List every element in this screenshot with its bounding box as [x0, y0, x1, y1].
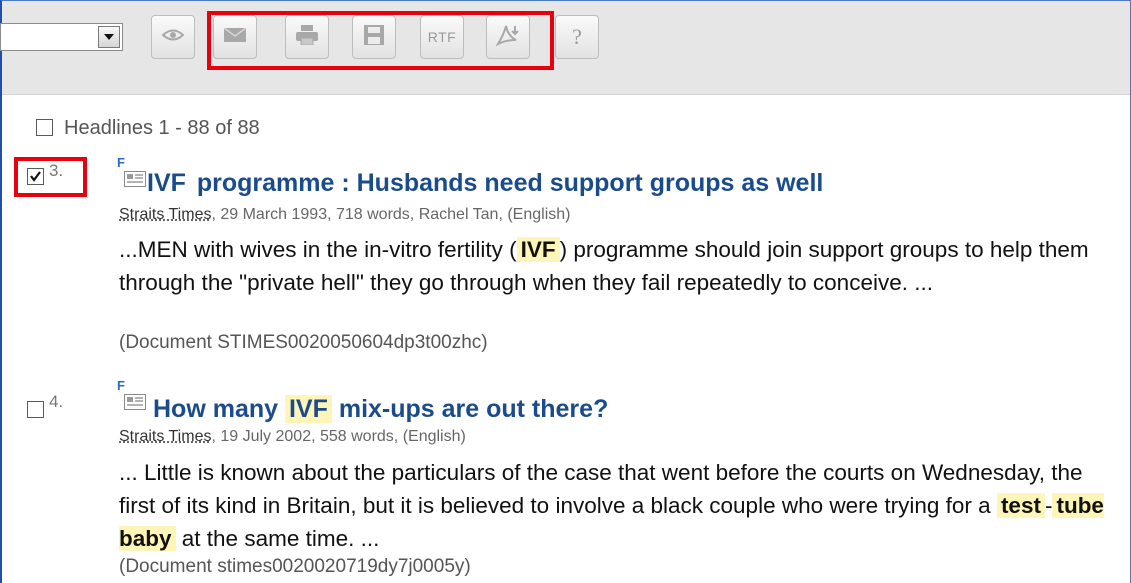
result-snippet: ... Little is known about the particular…: [119, 456, 1124, 555]
rtf-button[interactable]: RTF: [420, 15, 464, 59]
result-checkbox[interactable]: [27, 168, 44, 185]
chevron-down-icon[interactable]: [98, 26, 120, 48]
save-button[interactable]: [352, 15, 396, 59]
toolbar: RTF ?: [0, 1, 1130, 95]
result-number: 4.: [49, 392, 64, 411]
result-meta: Straits Times, 19 July 2002, 558 words, …: [119, 428, 466, 446]
result-checkbox[interactable]: [27, 401, 44, 418]
pdf-download-icon: [495, 24, 520, 51]
document-icon: F: [117, 155, 147, 187]
snippet-text: at the same time. ...: [181, 526, 380, 551]
view-button[interactable]: [151, 15, 195, 59]
result-meta: Straits Times, 29 March 1993, 718 words,…: [119, 206, 570, 224]
snippet-text: ... Little is known about the particular…: [119, 460, 1083, 518]
source-link[interactable]: Straits Times: [119, 206, 211, 223]
snippet-keyword: IVF: [516, 237, 560, 262]
checkmark-icon: [30, 171, 41, 182]
result-number: 3.: [49, 161, 64, 180]
eye-icon: [161, 28, 185, 46]
document-reference: (Document stimes0020020719dy7j0005y): [119, 556, 471, 577]
document-reference: (Document STIMES0020050604dp3t00zhc): [119, 332, 488, 353]
printer-icon: [296, 24, 318, 50]
floppy-disk-icon: [364, 24, 384, 50]
title-keyword: IVF: [147, 169, 186, 197]
headline-count: Headlines 1 - 88 of 88: [64, 117, 260, 139]
result-title-link[interactable]: How many IVF mix-ups are out there?: [153, 395, 608, 424]
title-text: How many: [153, 395, 279, 423]
help-label: ?: [572, 24, 582, 49]
meta-details: , 19 July 2002, 558 words, (English): [211, 428, 466, 445]
format-badge: F: [117, 378, 125, 393]
snippet-keyword: test: [996, 493, 1045, 518]
source-link[interactable]: Straits Times: [119, 428, 211, 445]
result-title-link[interactable]: IVF programme : Husbands need support gr…: [147, 169, 823, 198]
help-button[interactable]: ?: [555, 15, 599, 59]
title-keyword: IVF: [284, 395, 332, 423]
snippet-text: ...MEN with wives in the in-vitro fertil…: [119, 237, 517, 262]
meta-details: , 29 March 1993, 718 words, Rachel Tan, …: [211, 206, 571, 223]
envelope-icon: [223, 26, 247, 47]
email-button[interactable]: [213, 15, 257, 59]
result-snippet: ...MEN with wives in the in-vitro fertil…: [119, 233, 1124, 299]
print-button[interactable]: [285, 15, 329, 59]
title-text: mix-ups are out there?: [338, 395, 609, 423]
select-all-checkbox[interactable]: [36, 119, 53, 136]
pdf-button[interactable]: [486, 15, 530, 59]
document-icon: F: [117, 378, 147, 410]
view-dropdown[interactable]: [0, 23, 123, 51]
format-badge: F: [117, 155, 125, 170]
title-text: programme : Husbands need support groups…: [196, 169, 824, 197]
rtf-label: RTF: [427, 29, 457, 45]
